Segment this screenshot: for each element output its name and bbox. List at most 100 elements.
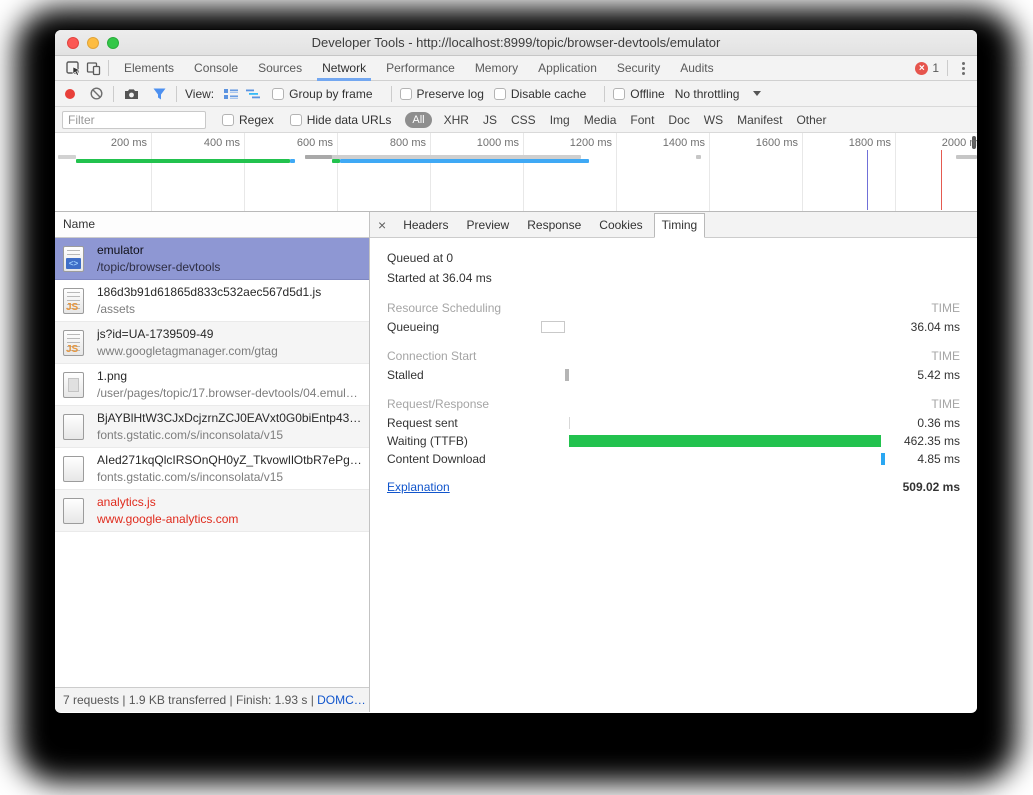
record-button[interactable] — [65, 88, 75, 99]
detail-tabs: Headers Preview Response Cookies Timing — [396, 212, 709, 238]
timing-bar — [565, 369, 569, 381]
queued-at-text: Queued at 0 — [387, 251, 454, 265]
domcontentloaded-link[interactable]: DOMC… — [317, 693, 366, 707]
detail-tab-timing[interactable]: Timing — [653, 212, 706, 238]
request-text: BjAYBlHtW3CJxDcjzrnZCJ0EAVxt0G0biEntp43…… — [97, 411, 361, 442]
request-path: fonts.gstatic.com/s/inconsolata/v15 — [97, 428, 284, 442]
filter-type-css[interactable]: CSS — [511, 113, 536, 127]
more-options-icon[interactable] — [956, 59, 971, 78]
detail-tab-cookies[interactable]: Cookies — [592, 214, 649, 236]
timing-value: 462.35 ms — [903, 434, 960, 448]
regex-checkbox[interactable] — [222, 113, 234, 126]
device-toolbar-icon[interactable] — [83, 59, 103, 78]
close-window-button[interactable] — [67, 37, 79, 49]
overview-bar — [955, 155, 977, 159]
show-overview-icon[interactable] — [244, 85, 262, 103]
tab-elements[interactable]: Elements — [114, 56, 184, 81]
timing-label: Stalled — [387, 368, 424, 382]
preserve-log-checkbox[interactable] — [399, 87, 412, 100]
timing-value: 5.42 ms — [917, 368, 960, 382]
detail-tab-response[interactable]: Response — [520, 214, 588, 236]
tab-console[interactable]: Console — [184, 56, 248, 81]
filter-type-media[interactable]: Media — [584, 113, 617, 127]
filter-type-font[interactable]: Font — [630, 113, 654, 127]
clear-icon[interactable] — [87, 85, 105, 103]
timing-section-title: Connection Start — [387, 349, 477, 363]
tab-network[interactable]: Network — [312, 56, 376, 81]
file-icon — [63, 497, 84, 524]
toolbar-divider — [176, 85, 177, 102]
network-toolbar: View: Group by frame Preserve log Disabl… — [55, 81, 977, 107]
throttling-dropdown[interactable]: No throttling — [675, 87, 762, 101]
name-column-header[interactable]: Name — [55, 212, 369, 238]
explanation-link[interactable]: Explanation — [387, 480, 450, 494]
detail-tab-headers[interactable]: Headers — [396, 214, 455, 236]
console-error-badge[interactable]: × 1 — [915, 61, 939, 75]
filter-type-all[interactable]: All — [405, 111, 432, 128]
request-path: /user/pages/topic/17.browser-devtools/04… — [97, 386, 358, 400]
request-row[interactable]: BjAYBlHtW3CJxDcjzrnZCJ0EAVxt0G0biEntp43…… — [55, 406, 369, 448]
toolbar-divider — [390, 85, 392, 102]
screenshot-stage: Developer Tools - http://localhost:8999/… — [0, 0, 1033, 795]
traffic-lights — [67, 37, 119, 49]
tab-security[interactable]: Security — [607, 56, 670, 81]
request-path: fonts.gstatic.com/s/inconsolata/v15 — [97, 470, 284, 484]
filter-type-doc[interactable]: Doc — [668, 113, 689, 127]
filter-type-js[interactable]: JS — [483, 113, 497, 127]
request-path: www.google-analytics.com — [97, 512, 239, 526]
capture-screenshots-icon[interactable] — [122, 85, 140, 103]
large-request-rows-icon[interactable] — [222, 85, 240, 103]
tab-sources[interactable]: Sources — [248, 56, 312, 81]
filter-input[interactable] — [62, 110, 206, 129]
disable-cache-checkbox[interactable] — [493, 87, 506, 100]
request-row[interactable]: JS js?id=UA-1739509-49 www.googletagmanage… — [55, 322, 369, 364]
timing-section: Request/Response TIME Request sent 0.36 ms W… — [387, 395, 960, 468]
request-row[interactable]: AIed271kqQlcIRSOnQH0yZ_TkvowIlOtbR7ePg… f… — [55, 448, 369, 490]
network-overview[interactable]: 200 ms 400 ms 600 ms 800 ms 1000 ms 1200 ms 14… — [55, 133, 977, 212]
request-row[interactable]: 1.png/user/pages/topic/17.browser-devtoo… — [55, 364, 369, 406]
timing-section-header: Resource Scheduling TIME — [387, 299, 960, 318]
detail-tab-preview[interactable]: Preview — [460, 214, 517, 236]
hide-data-urls-checkbox[interactable] — [289, 113, 302, 126]
zoom-window-button[interactable] — [107, 37, 119, 49]
error-count: 1 — [932, 61, 939, 75]
tab-performance[interactable]: Performance — [376, 56, 465, 81]
timing-bar — [881, 453, 885, 465]
devtools-window: Developer Tools - http://localhost:8999/… — [55, 30, 977, 713]
filter-type-xhr[interactable]: XHR — [444, 113, 469, 127]
inspect-element-icon[interactable] — [63, 59, 83, 78]
chevron-down-icon — [753, 91, 762, 96]
request-name: 186d3b91d61865d833c532aec567d5d1.js — [97, 285, 322, 299]
ruler-tick — [430, 133, 431, 211]
offline-checkbox[interactable] — [613, 87, 626, 100]
request-list: <> emulator/topic/browser-devtools JS 186d3… — [55, 238, 369, 687]
tab-application[interactable]: Application — [528, 56, 607, 81]
js-badge: JS — [66, 301, 79, 313]
tab-audits[interactable]: Audits — [670, 56, 723, 81]
request-row[interactable]: analytics.js www.google-analytics.com — [55, 490, 369, 532]
filter-icon[interactable] — [150, 85, 168, 103]
tab-memory[interactable]: Memory — [465, 56, 528, 81]
timing-footer: Explanation 509.02 ms — [387, 480, 960, 500]
overview-bar — [76, 159, 291, 163]
timing-panel: Queued at 0 Started at 36.04 ms Resource… — [370, 238, 977, 500]
timing-section-header: Request/Response TIME — [387, 395, 960, 414]
ruler-label: 1000 ms — [476, 137, 519, 149]
tab-bar-right: × 1 — [915, 59, 977, 78]
request-row[interactable]: JS 186d3b91d61865d833c532aec567d5d1.js/as… — [55, 280, 369, 322]
filter-type-ws[interactable]: WS — [704, 113, 723, 127]
ruler-tick — [244, 133, 245, 211]
group-by-frame-checkbox[interactable] — [272, 87, 285, 100]
request-row[interactable]: <> emulator/topic/browser-devtools — [55, 238, 369, 280]
time-column-header: TIME — [931, 397, 960, 411]
title-bar: Developer Tools - http://localhost:8999/… — [55, 30, 977, 56]
timing-section: Resource Scheduling TIME Queueing 36.04 ms — [387, 299, 960, 336]
overview-bar — [304, 155, 332, 159]
filter-type-other[interactable]: Other — [796, 113, 826, 127]
close-icon[interactable]: × — [378, 218, 386, 232]
filter-type-img[interactable]: Img — [550, 113, 570, 127]
minimize-window-button[interactable] — [87, 37, 99, 49]
timing-row: Content Download 4.85 ms — [387, 450, 960, 468]
timing-row: Request sent 0.36 ms — [387, 414, 960, 432]
filter-type-manifest[interactable]: Manifest — [737, 113, 782, 127]
